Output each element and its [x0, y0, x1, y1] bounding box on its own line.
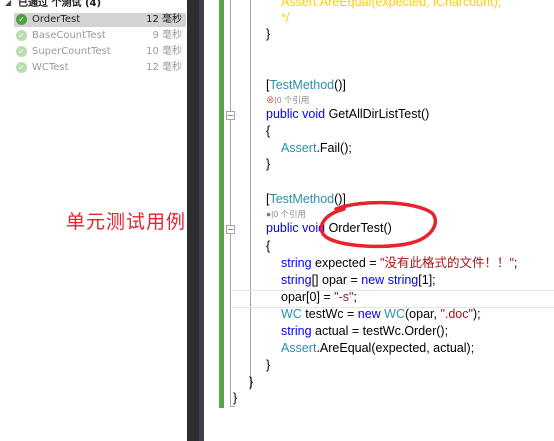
test-item-supercounttest[interactable]: ✓ SuperCountTest 10 毫秒 [14, 45, 186, 59]
group-label: 已通过 个测试 (4) [18, 0, 102, 9]
passed-check-icon: ✓ [16, 14, 27, 25]
code-line: string expected = "没有此格式的文件！！"; [281, 256, 518, 270]
code-line: { [266, 124, 271, 138]
fold-toggle-icon[interactable]: − [226, 111, 235, 120]
test-item-ordertest[interactable]: ✓ OrderTest 12 毫秒 [14, 13, 186, 27]
code-line: public void GetAllDirListTest() [266, 107, 430, 121]
test-duration: 10 毫秒 [146, 46, 182, 57]
red-circle-annotation [319, 200, 438, 249]
test-duration: 12 毫秒 [146, 62, 182, 73]
test-item-wctest[interactable]: ✓ WCTest 12 毫秒 [14, 61, 186, 75]
annotation-text: 单元测试用例 [66, 211, 187, 233]
code-line: [TestMethod()] [266, 78, 346, 92]
panel-splitter[interactable] [187, 0, 204, 441]
fold-toggle-icon[interactable]: − [226, 225, 235, 234]
passed-check-icon: ✓ [16, 62, 27, 73]
passed-check-icon: ✓ [16, 30, 27, 41]
code-line: opar[0] = "-s"; [281, 290, 357, 304]
code-line: string[] opar = new string[1]; [281, 273, 436, 287]
test-duration: 12 毫秒 [146, 14, 182, 25]
code-editor[interactable]: − − Assert.AreEqual(expected, iCharcount… [204, 0, 554, 441]
codelens-references[interactable]: ⊗|0 个引用 [266, 95, 309, 106]
test-name: OrderTest [32, 14, 81, 25]
code-line: WC testWc = new WC(opar, ".doc"); [281, 307, 481, 321]
passed-check-icon: ✓ [16, 46, 27, 57]
passed-tests-group[interactable]: ◢ 已通过 个测试 (4) [0, 0, 187, 12]
test-name: SuperCountTest [32, 46, 111, 57]
codelens-references[interactable]: ●|0 个引用 [266, 209, 306, 220]
collapse-caret-icon[interactable]: ◢ [5, 0, 11, 8]
code-line: } [266, 358, 271, 372]
outline-line [250, 0, 251, 390]
code-line: string actual = testWc.Order(); [281, 324, 449, 338]
change-margin [219, 0, 224, 408]
code-line: } [233, 391, 238, 405]
test-name: BaseCountTest [32, 30, 106, 41]
test-duration: 9 毫秒 [152, 30, 182, 41]
code-line: Assert.AreEqual(expected, iCharcount); [281, 0, 502, 9]
code-line: } [266, 27, 271, 41]
code-line: } [266, 157, 271, 171]
code-line: } [249, 375, 254, 389]
outline-line [230, 0, 231, 406]
code-line: Assert.Fail(); [281, 141, 352, 155]
code-line: Assert.AreEqual(expected, actual); [281, 341, 475, 355]
test-name: WCTest [32, 62, 69, 73]
test-explorer-panel: ◢ 已通过 个测试 (4) ✓ OrderTest 12 毫秒 ✓ BaseCo… [0, 0, 187, 441]
code-line: */ [281, 11, 290, 25]
code-line: { [266, 239, 271, 253]
test-item-basecounttest[interactable]: ✓ BaseCountTest 9 毫秒 [14, 29, 186, 43]
